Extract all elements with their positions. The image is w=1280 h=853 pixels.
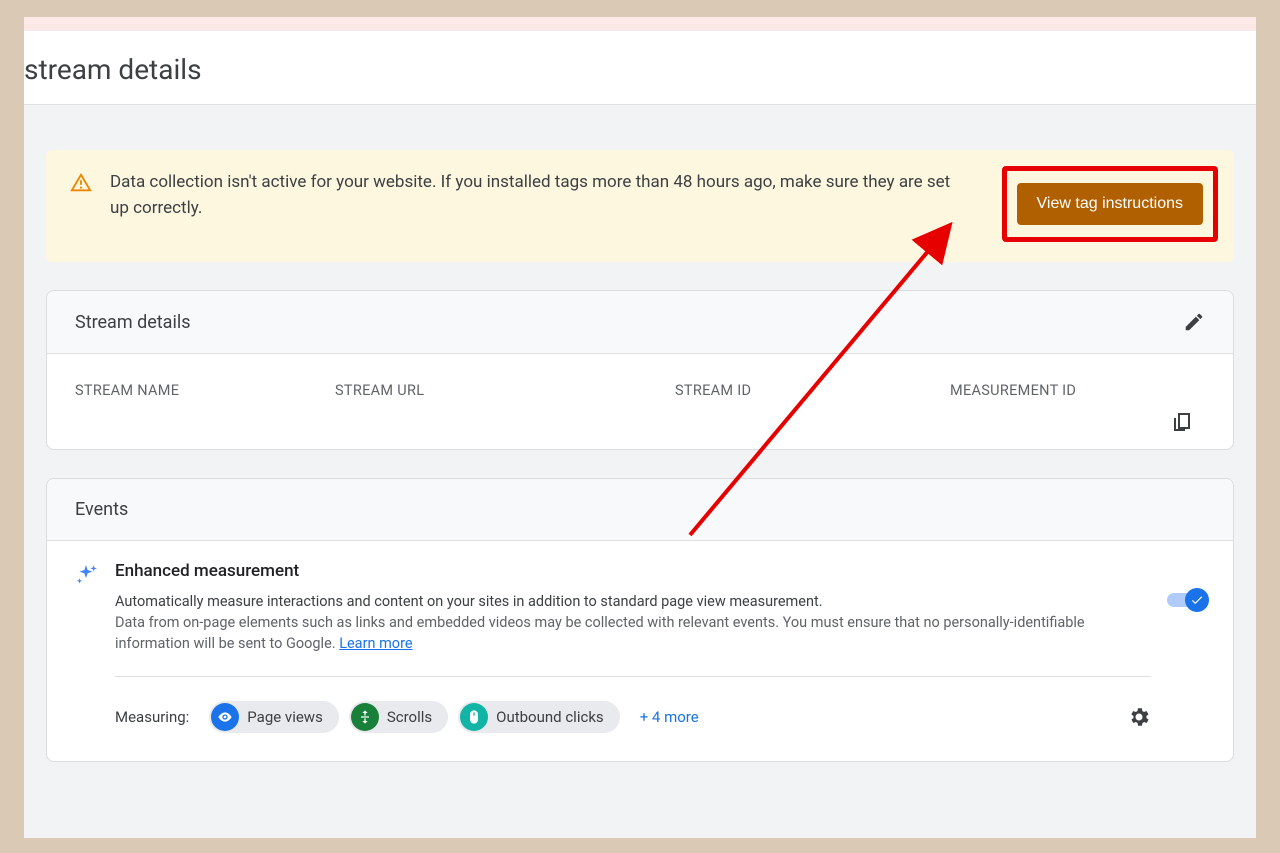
toggle-knob	[1185, 588, 1209, 612]
chip-label: Outbound clicks	[496, 708, 604, 726]
chip-label: Scrolls	[387, 708, 432, 726]
chip-outbound-clicks[interactable]: Outbound clicks	[458, 701, 620, 733]
warning-icon	[70, 172, 92, 194]
column-measurement-id: MEASUREMENT ID	[950, 382, 1205, 399]
more-events-link[interactable]: + 4 more	[640, 708, 699, 726]
stream-details-header: Stream details	[47, 291, 1233, 354]
content-area: Data collection isn't active for your we…	[24, 105, 1256, 838]
view-tag-instructions-button[interactable]: View tag instructions	[1017, 183, 1203, 225]
enhanced-measurement-desc2-text: Data from on-page elements such as links…	[115, 614, 1085, 652]
enhanced-measurement-title: Enhanced measurement	[115, 561, 1151, 581]
app-window: stream details Data collection isn't act…	[24, 17, 1256, 831]
enhanced-measurement-content: Enhanced measurement Automatically measu…	[115, 561, 1151, 733]
notice-bar	[24, 17, 1256, 31]
page-header: stream details	[24, 31, 1256, 105]
events-title: Events	[75, 499, 128, 520]
mouse-icon	[460, 703, 488, 731]
copy-icon[interactable]	[1171, 410, 1195, 434]
events-card: Events Enhanced measurement Automaticall…	[46, 478, 1234, 762]
data-collection-alert: Data collection isn't active for your we…	[46, 150, 1234, 262]
annotation-highlight: View tag instructions	[1002, 166, 1218, 242]
measuring-label: Measuring:	[115, 708, 189, 726]
column-stream-name: STREAM NAME	[75, 382, 335, 399]
column-stream-url: STREAM URL	[335, 382, 675, 399]
column-stream-id: STREAM ID	[675, 382, 950, 399]
enhanced-measurement-desc2: Data from on-page elements such as links…	[115, 612, 1151, 654]
enhanced-measurement-toggle[interactable]	[1167, 589, 1207, 611]
alert-text: Data collection isn't active for your we…	[110, 170, 984, 221]
gear-icon[interactable]	[1127, 705, 1151, 729]
stream-details-columns: STREAM NAME STREAM URL STREAM ID MEASURE…	[47, 354, 1233, 449]
eye-icon	[211, 703, 239, 731]
enhanced-measurement-row: Enhanced measurement Automatically measu…	[73, 561, 1207, 733]
stream-details-card: Stream details STREAM NAME STREAM URL ST…	[46, 290, 1234, 450]
stream-details-title: Stream details	[75, 312, 191, 333]
enhanced-measurement-desc1: Automatically measure interactions and c…	[115, 591, 1151, 612]
measuring-row: Measuring: Page views	[115, 677, 1151, 733]
sparkle-icon	[73, 563, 99, 733]
edit-icon[interactable]	[1183, 311, 1205, 333]
chip-page-views[interactable]: Page views	[209, 701, 339, 733]
events-body: Enhanced measurement Automatically measu…	[47, 541, 1233, 761]
page-title: stream details	[24, 53, 1256, 86]
learn-more-link[interactable]: Learn more	[339, 635, 412, 652]
chip-label: Page views	[247, 708, 323, 726]
chip-scrolls[interactable]: Scrolls	[349, 701, 448, 733]
events-header: Events	[47, 479, 1233, 541]
scroll-icon	[351, 703, 379, 731]
